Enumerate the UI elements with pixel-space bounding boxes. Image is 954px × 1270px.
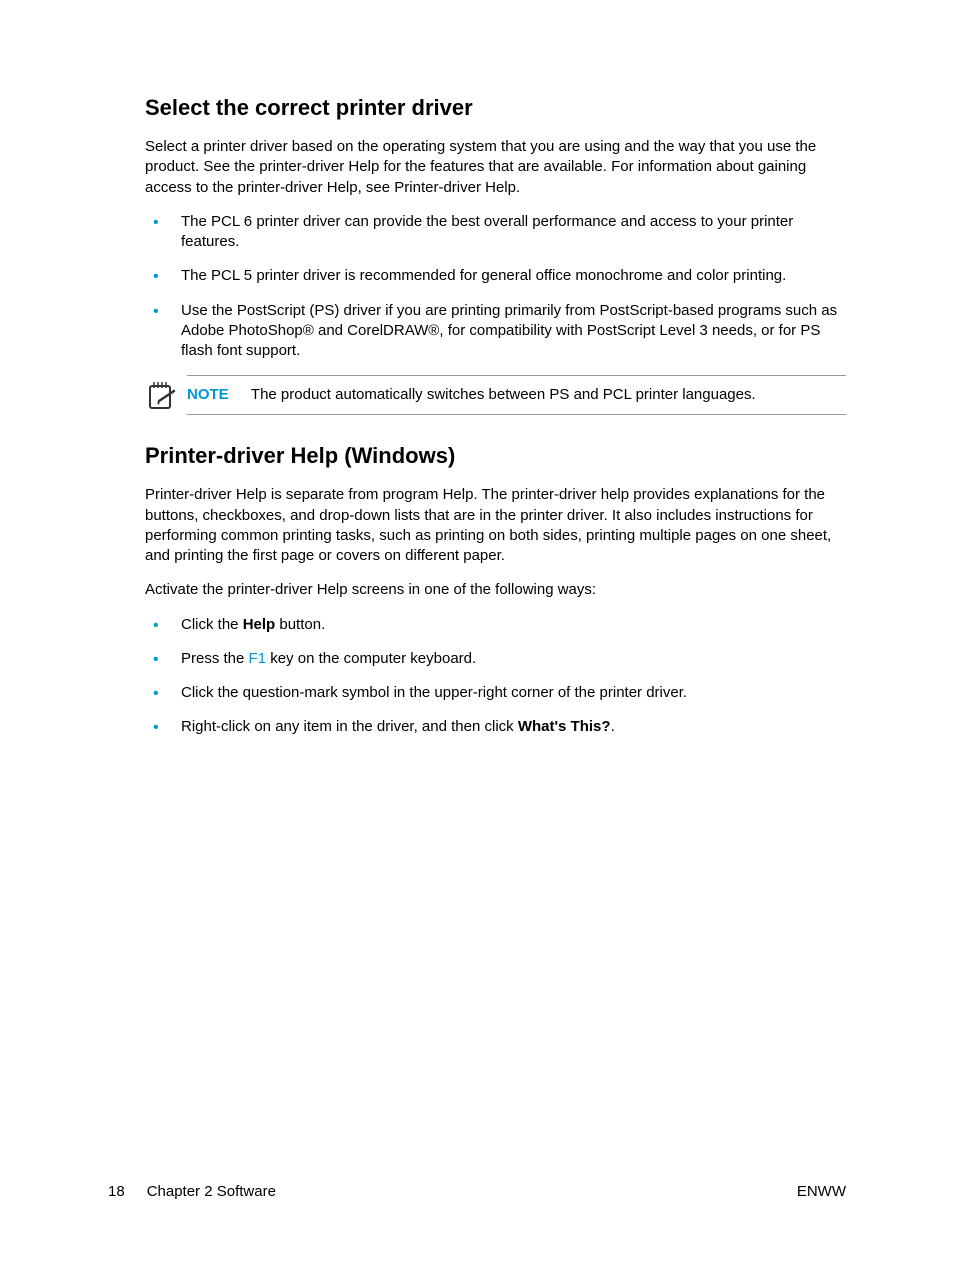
note-label: NOTE [187, 386, 229, 403]
list-item: Click the question-mark symbol in the up… [145, 683, 846, 703]
text-fragment: button. [275, 616, 325, 633]
note-icon [145, 379, 177, 411]
note-box: NOTE The product automatically switches … [145, 375, 846, 415]
section-heading-2: Printer-driver Help (Windows) [145, 443, 846, 469]
list-item: Click the Help button. [145, 615, 846, 635]
section2-list: Click the Help button. Press the F1 key … [145, 615, 846, 738]
bold-text: What's This? [518, 718, 611, 735]
note-content: NOTE The product automatically switches … [187, 375, 846, 415]
note-spacer [233, 386, 246, 403]
section1-list: The PCL 6 printer driver can provide the… [145, 212, 846, 362]
list-item: The PCL 6 printer driver can provide the… [145, 212, 846, 253]
section2-para1: Printer-driver Help is separate from pro… [145, 485, 846, 566]
text-fragment: Right-click on any item in the driver, a… [181, 718, 518, 735]
footer-chapter: Chapter 2 Software [147, 1183, 276, 1200]
list-item: Use the PostScript (PS) driver if you ar… [145, 301, 846, 362]
list-item: Right-click on any item in the driver, a… [145, 717, 846, 737]
text-fragment: key on the computer keyboard. [266, 650, 476, 667]
note-text: The product automatically switches betwe… [251, 386, 756, 403]
text-fragment: Press the [181, 650, 249, 667]
f1-key-text: F1 [249, 650, 267, 667]
section-heading-1: Select the correct printer driver [145, 95, 846, 121]
page-footer: 18 Chapter 2 Software ENWW [108, 1183, 846, 1200]
footer-region: ENWW [797, 1183, 846, 1200]
list-item: The PCL 5 printer driver is recommended … [145, 266, 846, 286]
list-item: Press the F1 key on the computer keyboar… [145, 649, 846, 669]
section1-intro: Select a printer driver based on the ope… [145, 137, 846, 198]
text-fragment: . [611, 718, 615, 735]
text-fragment: Click the [181, 616, 243, 633]
bold-text: Help [243, 616, 276, 633]
footer-page-number: 18 [108, 1183, 125, 1200]
section2-para2: Activate the printer-driver Help screens… [145, 580, 846, 600]
